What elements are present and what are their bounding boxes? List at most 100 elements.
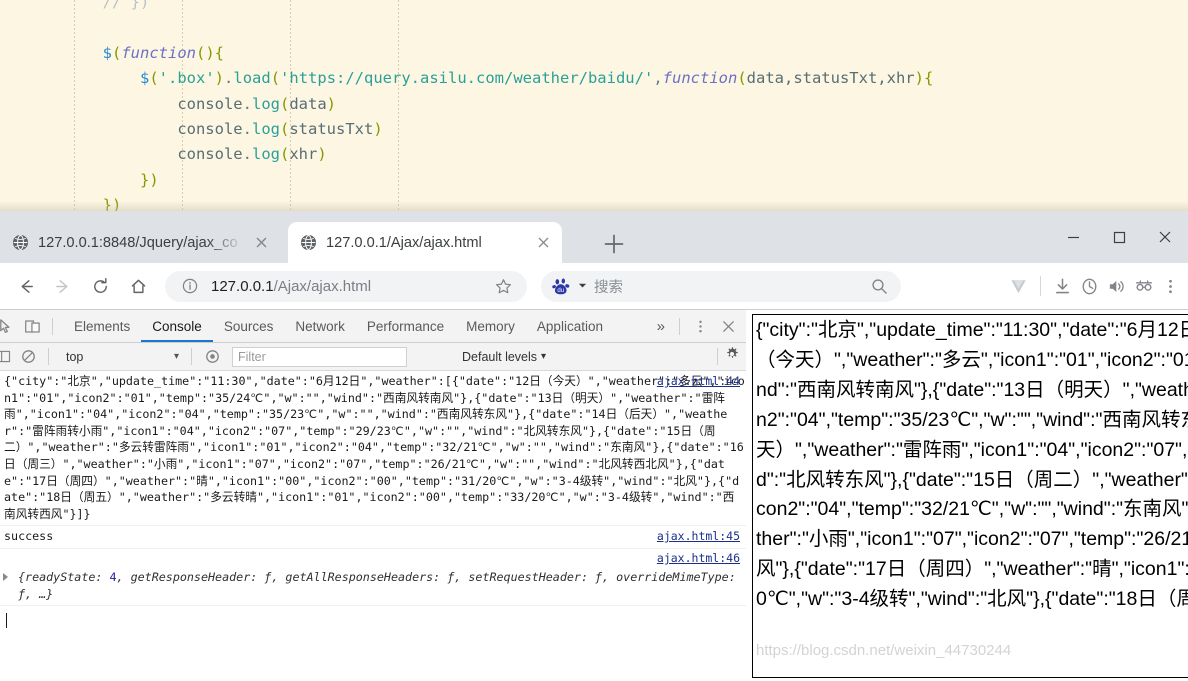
console-message-text: success bbox=[4, 529, 54, 544]
editor-bottom-shadow bbox=[0, 201, 1188, 211]
gear-icon[interactable] bbox=[724, 346, 740, 367]
tab-close-icon[interactable] bbox=[535, 234, 552, 251]
code-token: statusTxt bbox=[289, 119, 374, 138]
devtools-tab-sources[interactable]: Sources bbox=[213, 310, 285, 342]
code-token: ) bbox=[373, 119, 383, 138]
code-token: ( bbox=[279, 119, 290, 138]
glasses-icon[interactable] bbox=[1131, 274, 1156, 299]
devtools-tab-network[interactable]: Network bbox=[284, 310, 356, 342]
kebab-menu-icon[interactable] bbox=[686, 312, 714, 340]
code-token: console bbox=[177, 145, 243, 164]
search-box[interactable]: du 搜索 bbox=[541, 270, 901, 302]
code-token: ) bbox=[326, 94, 336, 113]
url-host: 127.0.0.1 bbox=[211, 277, 274, 295]
code-line: console.log(xhr) bbox=[0, 142, 933, 167]
globe-icon bbox=[300, 234, 317, 251]
code-token: ) bbox=[317, 145, 327, 164]
code-token: function bbox=[121, 43, 196, 62]
code-token: console bbox=[177, 94, 243, 113]
download-icon[interactable] bbox=[1050, 274, 1075, 299]
page-viewport[interactable]: {"city":"北京","update_time":"11:30","date… bbox=[746, 309, 1188, 681]
console-output[interactable]: ajax.html:44 {"city":"北京","update_time":"… bbox=[0, 371, 746, 681]
clear-console-icon[interactable] bbox=[14, 343, 42, 371]
devtools-tab-memory[interactable]: Memory bbox=[455, 310, 526, 342]
maximize-button[interactable] bbox=[1096, 211, 1142, 263]
code-line: }) bbox=[0, 168, 933, 193]
devtools-tab-application[interactable]: Application bbox=[526, 310, 614, 342]
close-devtools-icon[interactable] bbox=[714, 312, 742, 340]
v-badge-icon[interactable] bbox=[1006, 274, 1031, 299]
speaker-icon[interactable] bbox=[1104, 274, 1129, 299]
console-source-link[interactable]: ajax.html:44 bbox=[657, 374, 740, 388]
search-input[interactable]: 搜索 bbox=[594, 276, 623, 297]
devtools-left-icons bbox=[0, 312, 63, 340]
live-expression-icon[interactable] bbox=[198, 343, 226, 371]
code-token: { bbox=[923, 69, 934, 88]
minimize-button[interactable] bbox=[1050, 211, 1096, 263]
forward-button[interactable] bbox=[44, 268, 80, 304]
browser-tab-active[interactable]: 127.0.0.1/Ajax/ajax.html bbox=[288, 222, 562, 263]
star-icon[interactable] bbox=[491, 274, 516, 299]
address-bar[interactable]: 127.0.0.1/Ajax/ajax.html bbox=[165, 270, 527, 302]
browser-tab[interactable]: 127.0.0.1:8848/Jquery/ajax_co bbox=[0, 222, 280, 263]
console-source-link[interactable]: ajax.html:45 bbox=[657, 529, 740, 543]
tab-close-icon[interactable] bbox=[253, 234, 270, 251]
console-filter-input[interactable]: Filter bbox=[232, 346, 407, 367]
code-line: // }) bbox=[0, 0, 933, 15]
window-controls bbox=[1050, 211, 1188, 263]
info-circle-icon[interactable] bbox=[177, 274, 202, 299]
clock-icon[interactable] bbox=[1077, 274, 1102, 299]
console-context-select[interactable]: top ▾ bbox=[57, 347, 185, 367]
code-token: { bbox=[214, 43, 225, 62]
chevron-down-icon: ▾ bbox=[173, 351, 179, 362]
code-token: load bbox=[233, 69, 271, 88]
loaded-json-text: {"city":"北京","update_time":"11:30","date… bbox=[756, 319, 1188, 611]
code-token: xhr bbox=[289, 145, 318, 164]
code-token: data,statusTxt,xhr bbox=[746, 69, 915, 88]
code-line: $(function(){ bbox=[0, 41, 933, 66]
close-window-button[interactable] bbox=[1142, 211, 1188, 263]
console-message-text: {"city":"北京","update_time":"11:30","date… bbox=[4, 374, 745, 521]
devtools-tab-console[interactable]: Console bbox=[141, 310, 213, 342]
search-icon[interactable] bbox=[867, 274, 892, 299]
devtools-tabs: Elements Console Sources Network Performance… bbox=[63, 310, 614, 342]
toolbar-right-actions bbox=[1006, 274, 1188, 299]
code-editor-pane[interactable]: // }) $(function(){ $('.box').load('http… bbox=[0, 0, 1188, 211]
code-token: '.box' bbox=[158, 69, 215, 88]
filterbar-divider-3 bbox=[717, 348, 718, 365]
devtools-settings-button[interactable] bbox=[711, 346, 746, 367]
inspect-cursor-icon[interactable] bbox=[0, 312, 18, 340]
console-message[interactable]: ajax.html:45 success bbox=[0, 526, 746, 549]
code-token: ( bbox=[112, 43, 122, 62]
reload-button[interactable] bbox=[82, 268, 118, 304]
chevron-down-icon: ▾ bbox=[541, 351, 547, 362]
code-token: ( bbox=[279, 94, 290, 113]
console-levels-select[interactable]: Default levels ▾ bbox=[462, 350, 546, 364]
console-source-link[interactable]: ajax.html:46 bbox=[657, 551, 740, 565]
code-line: console.log(data) bbox=[0, 92, 933, 117]
console-message[interactable]: ajax.html:46 {readyState: 4, getResponseH… bbox=[0, 549, 746, 607]
devtools-tab-elements[interactable]: Elements bbox=[63, 310, 141, 342]
tab-title: 127.0.0.1/Ajax/ajax.html bbox=[326, 234, 482, 251]
new-tab-button[interactable] bbox=[601, 231, 627, 257]
back-button[interactable] bbox=[8, 268, 44, 304]
console-filter-placeholder: Filter bbox=[238, 349, 266, 364]
console-message[interactable]: ajax.html:44 {"city":"北京","update_time":"… bbox=[0, 371, 746, 527]
devtools-overflow-button[interactable]: » bbox=[649, 318, 673, 335]
search-engine-chevron-down-icon[interactable] bbox=[578, 277, 587, 295]
browser-chrome: 127.0.0.1:8848/Jquery/ajax_co 127.0.0.1/A… bbox=[0, 211, 1188, 309]
tab-strip: 127.0.0.1:8848/Jquery/ajax_co 127.0.0.1/A… bbox=[0, 211, 1188, 263]
device-toolbar-icon[interactable] bbox=[18, 312, 46, 340]
filterbar-divider-2 bbox=[191, 348, 192, 365]
sidebar-toggle-icon[interactable] bbox=[0, 343, 14, 371]
devtools-tab-performance[interactable]: Performance bbox=[356, 310, 455, 342]
home-button[interactable] bbox=[120, 268, 156, 304]
code-token: . bbox=[224, 69, 234, 88]
disclosure-triangle-icon[interactable] bbox=[3, 572, 8, 581]
console-prompt[interactable] bbox=[0, 606, 746, 634]
code-text[interactable]: // }) $(function(){ $('.box').load('http… bbox=[0, 0, 934, 211]
baidu-logo-icon[interactable]: du bbox=[552, 277, 571, 296]
code-token: log bbox=[251, 119, 280, 138]
kebab-menu-icon[interactable] bbox=[1158, 274, 1183, 299]
